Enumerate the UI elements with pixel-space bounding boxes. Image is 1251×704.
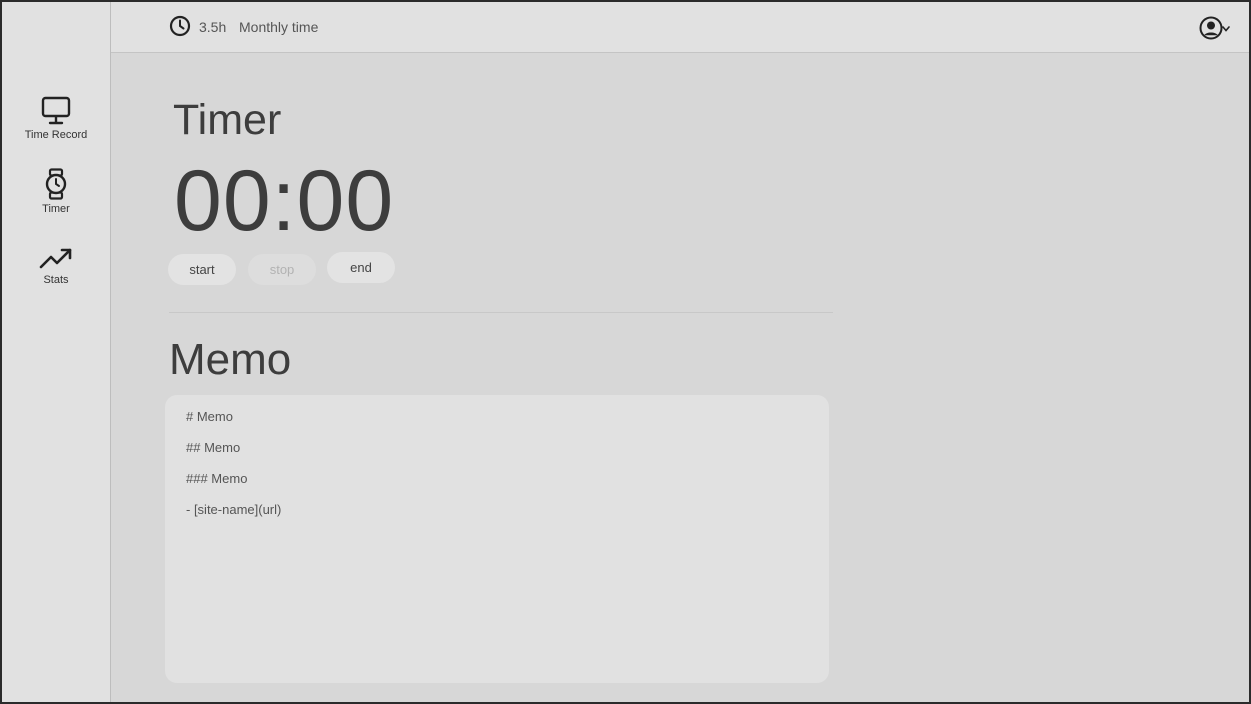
memo-editor[interactable]: # Memo ## Memo ### Memo - [site-name](ur… (165, 395, 829, 683)
section-divider (169, 312, 833, 313)
memo-line: ### Memo (186, 471, 248, 486)
memo-line: ## Memo (186, 440, 241, 455)
monthly-time-label: Monthly time (239, 19, 319, 35)
sidebar-item-label: Stats (43, 274, 69, 286)
monthly-hours-value: 3.5h (199, 19, 227, 35)
stop-button[interactable]: stop (248, 254, 316, 285)
top-bar: 3.5h Monthly time (111, 2, 1249, 53)
sidebar-item-timer[interactable]: Timer (2, 168, 110, 215)
sidebar-item-time-record[interactable]: Time Record (2, 96, 110, 141)
memo-line: # Memo (186, 409, 233, 424)
sidebar-item-label: Timer (42, 203, 70, 215)
chevron-down-icon[interactable] (1222, 26, 1230, 32)
trending-up-icon (39, 248, 72, 269)
memo-line: - [site-name](url) (186, 502, 282, 517)
start-button[interactable]: start (168, 254, 236, 285)
timer-heading: Timer (173, 96, 282, 144)
sidebar-item-label: Time Record (24, 129, 88, 141)
end-button[interactable]: end (327, 252, 395, 283)
app-window: Time Record Timer Stats 3.5h Monthly tim (0, 0, 1251, 704)
sidebar: Time Record Timer Stats (2, 2, 111, 702)
clock-icon (169, 15, 191, 37)
memo-heading: Memo (169, 335, 292, 384)
sidebar-item-stats[interactable]: Stats (2, 245, 110, 286)
watch-icon (45, 168, 67, 200)
user-circle-icon[interactable] (1199, 16, 1223, 40)
timer-display: 00:00 (174, 153, 395, 249)
monitor-icon (41, 96, 71, 125)
